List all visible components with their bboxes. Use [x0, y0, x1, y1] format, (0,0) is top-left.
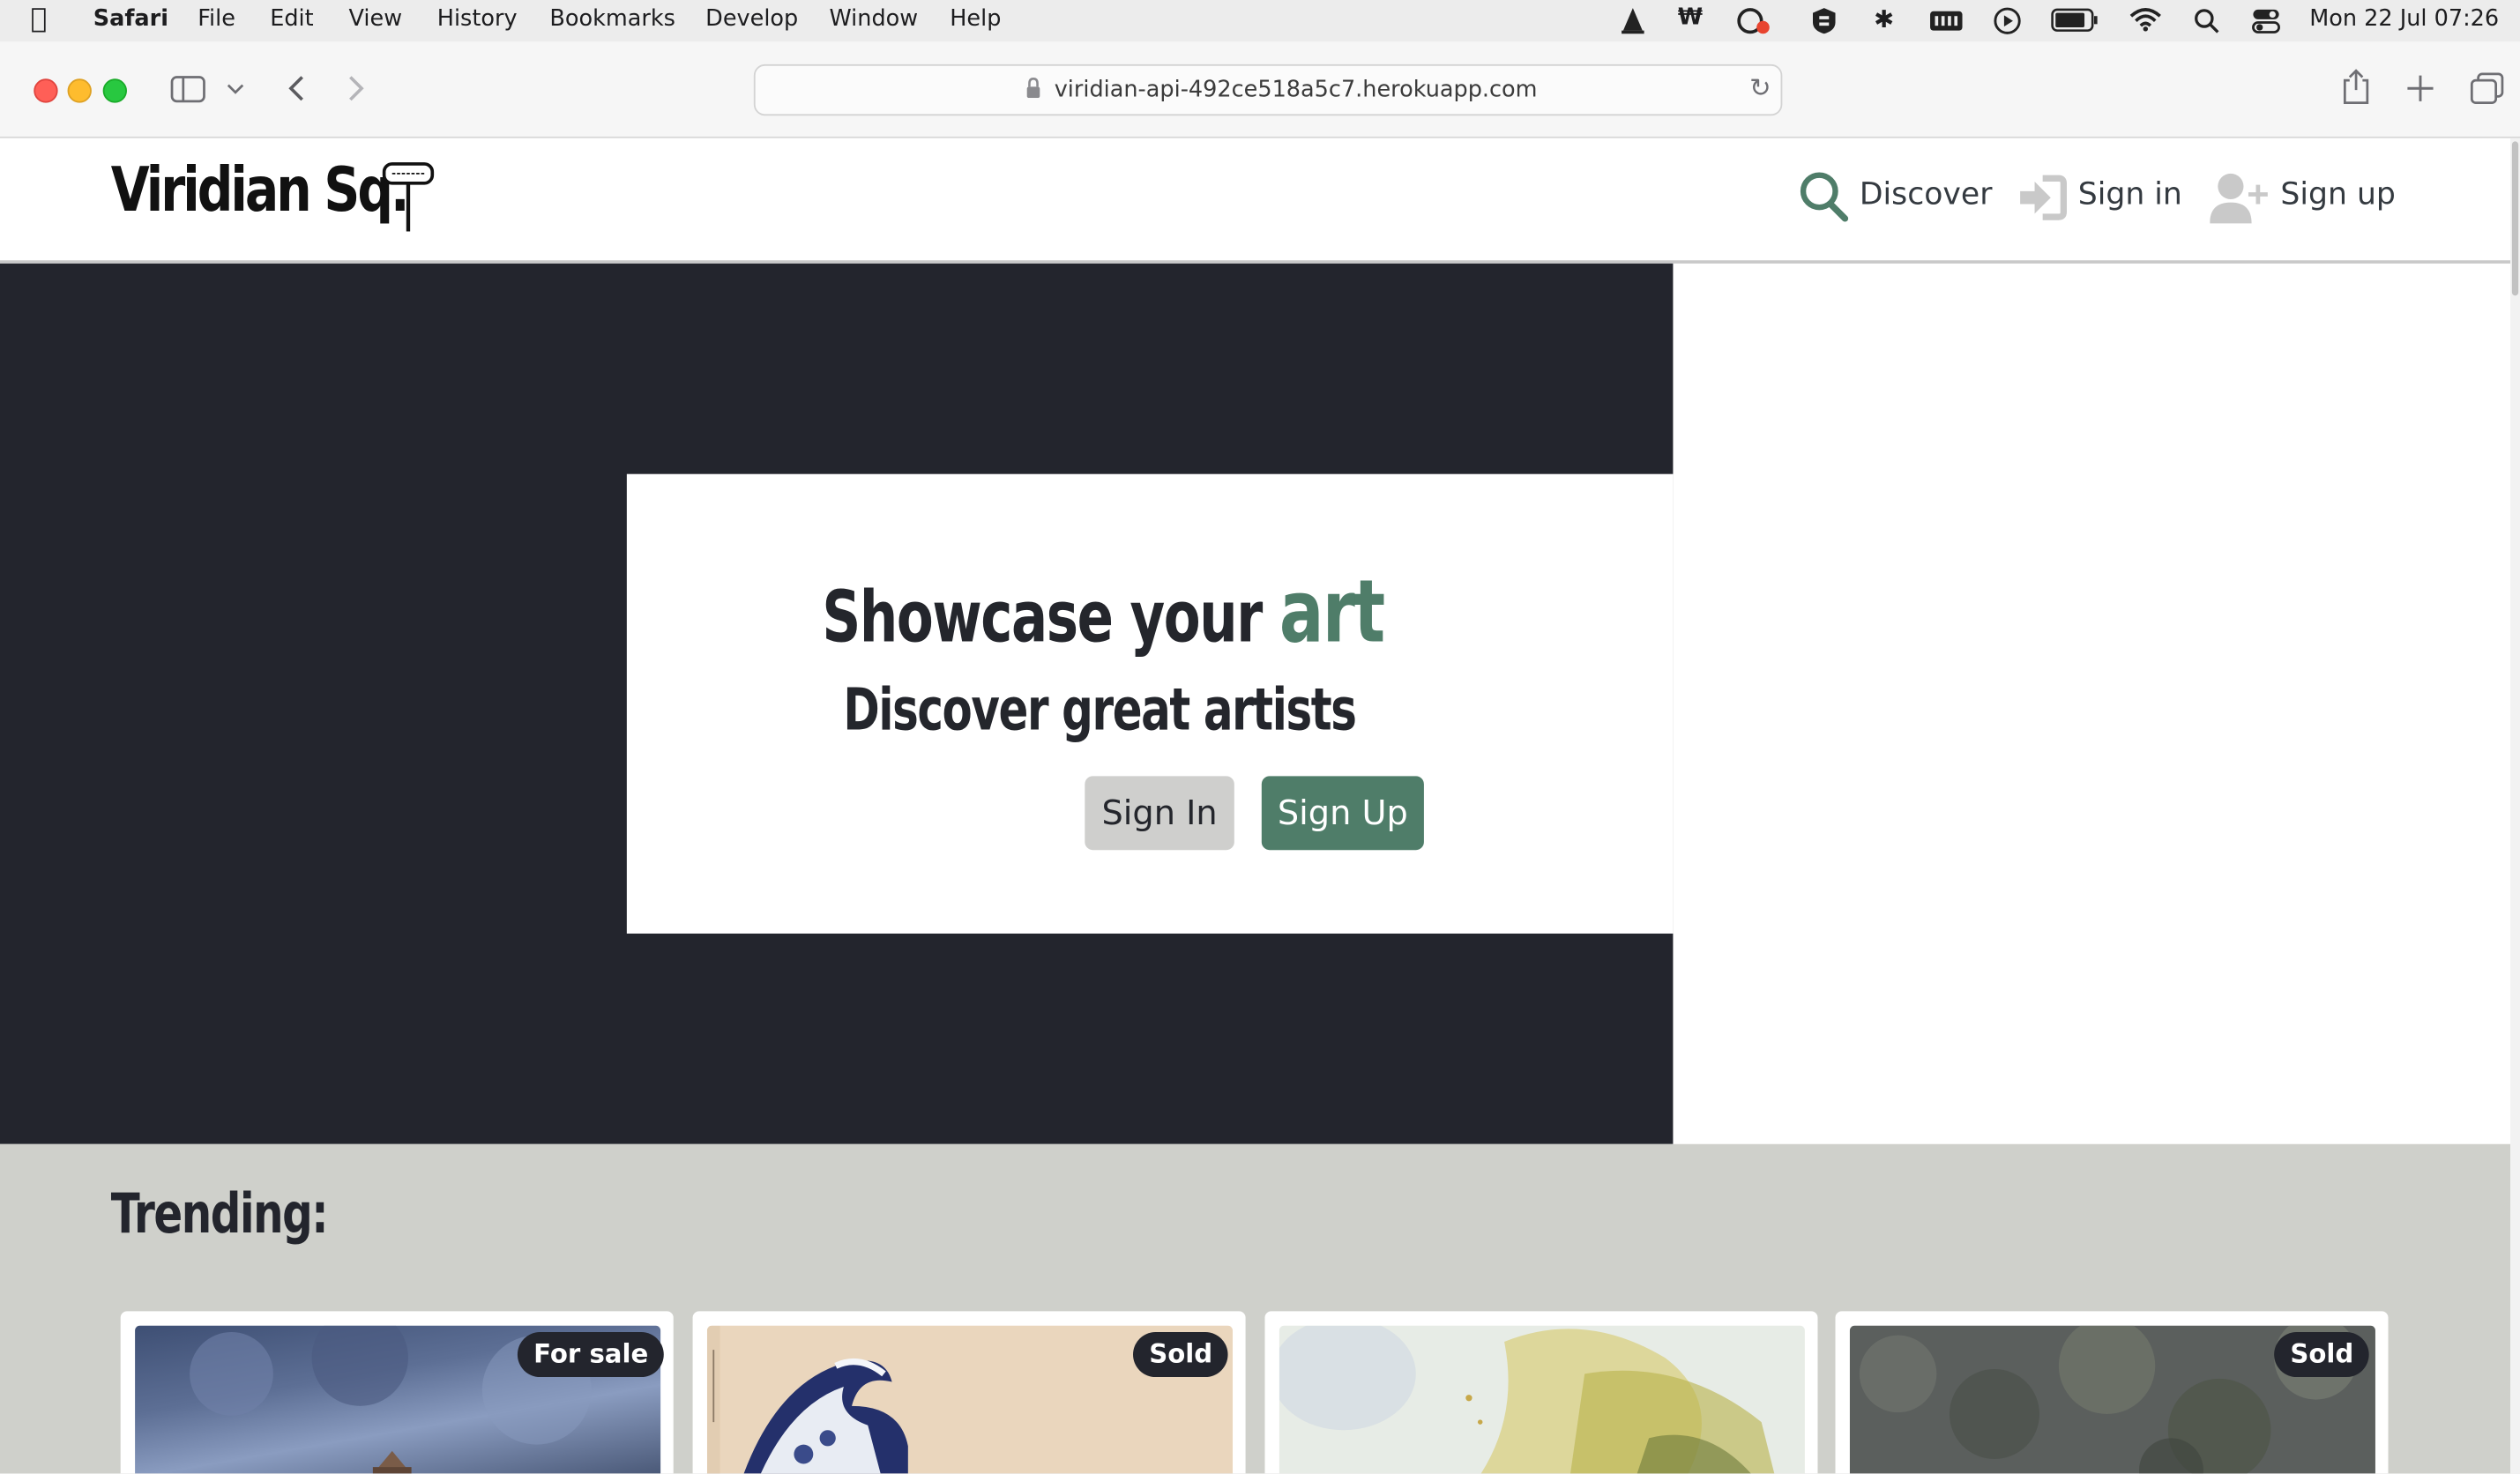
add-user-icon[interactable] — [2210, 170, 2270, 225]
sign-in-icon[interactable] — [2017, 174, 2068, 222]
nav-discover-link[interactable]: Discover — [1860, 176, 1993, 212]
menu-app-name[interactable]: Safari — [93, 6, 168, 32]
minimize-window-button[interactable] — [67, 78, 92, 103]
hero-headline-prefix: Showcase your — [822, 577, 1263, 659]
address-bar[interactable]: viridian-api-492ce518a5c7.herokuapp.com … — [753, 63, 1783, 116]
share-icon[interactable] — [2342, 68, 2371, 107]
artwork-card[interactable] — [1264, 1311, 1818, 1474]
reload-icon[interactable]: ↻ — [1749, 72, 1771, 103]
site-logo-text[interactable]: Viridian Sq. — [111, 154, 410, 225]
forward-arrow-icon[interactable] — [347, 74, 367, 103]
menu-history[interactable]: History — [437, 6, 518, 32]
nav-sign-up-link[interactable]: Sign up — [2280, 176, 2395, 212]
page-scrollbar[interactable] — [2510, 138, 2520, 1474]
lock-icon — [1026, 78, 1040, 99]
play-icon[interactable] — [1993, 6, 2022, 35]
chevron-down-icon[interactable] — [227, 84, 244, 95]
artwork-image[interactable] — [1279, 1325, 1805, 1474]
sidebar-toggle-icon[interactable] — [170, 76, 205, 103]
screen:  Safari File Edit View History Bookmark… — [0, 0, 2520, 1474]
nav-sign-in-link[interactable]: Sign in — [2078, 176, 2182, 212]
memory-icon[interactable] — [1928, 10, 1964, 33]
menu-bookmarks[interactable]: Bookmarks — [549, 6, 675, 32]
status-badge: For sale — [517, 1332, 665, 1378]
signpost-logo-icon[interactable] — [379, 160, 437, 234]
hero-sign-up-button[interactable]: Sign Up — [1261, 776, 1424, 851]
hero-sign-in-button[interactable]: Sign In — [1085, 776, 1234, 851]
vlc-cone-icon[interactable] — [1618, 6, 1647, 35]
menu-file[interactable]: File — [198, 6, 235, 32]
back-arrow-icon[interactable] — [286, 74, 305, 103]
hero-headline-accent: art — [1279, 561, 1385, 662]
menu-develop[interactable]: Develop — [705, 6, 798, 32]
close-window-button[interactable] — [34, 78, 58, 103]
menu-help[interactable]: Help — [950, 6, 1001, 32]
bluetooth-icon[interactable]: ✱ — [1874, 4, 1894, 34]
browser-toolbar: viridian-api-492ce518a5c7.herokuapp.com … — [0, 41, 2520, 138]
hero-subheadline: Discover great artists — [843, 678, 1357, 744]
menu-view[interactable]: View — [349, 6, 403, 32]
menu-bar-clock[interactable]: Mon 22 Jul 07:26 — [2309, 6, 2499, 32]
address-url[interactable]: viridian-api-492ce518a5c7.herokuapp.com — [1055, 77, 1538, 102]
menu-window[interactable]: Window — [830, 6, 919, 32]
control-center-icon[interactable] — [2252, 6, 2281, 35]
vpn-shield-icon[interactable] — [1809, 6, 1838, 35]
scrollbar-thumb[interactable] — [2511, 141, 2519, 296]
site-navbar: Viridian Sq. Discover Sign in Sign up — [0, 138, 2511, 264]
status-badge: Sold — [1133, 1332, 1229, 1378]
creative-cloud-icon[interactable] — [1733, 6, 1774, 35]
zoom-window-button[interactable] — [102, 78, 127, 103]
wifi-icon[interactable] — [2129, 6, 2161, 32]
status-badge: Sold — [2274, 1332, 2370, 1378]
figma-icon[interactable]: ₩ — [1678, 4, 1703, 30]
trending-title: Trending: — [110, 1182, 329, 1247]
hero-headline: Showcase your art — [627, 561, 1579, 662]
tab-overview-icon[interactable] — [2470, 72, 2504, 105]
new-tab-plus-icon[interactable] — [2406, 74, 2435, 103]
menu-edit[interactable]: Edit — [270, 6, 313, 32]
discover-search-icon[interactable] — [1799, 170, 1850, 225]
macos-menu-bar:  Safari File Edit View History Bookmark… — [0, 0, 2520, 42]
spotlight-search-icon[interactable] — [2194, 8, 2219, 34]
apple-icon[interactable]:  — [31, 4, 48, 35]
battery-icon[interactable] — [2051, 8, 2099, 32]
hero-card: Showcase your art Discover great artists… — [626, 473, 1674, 934]
